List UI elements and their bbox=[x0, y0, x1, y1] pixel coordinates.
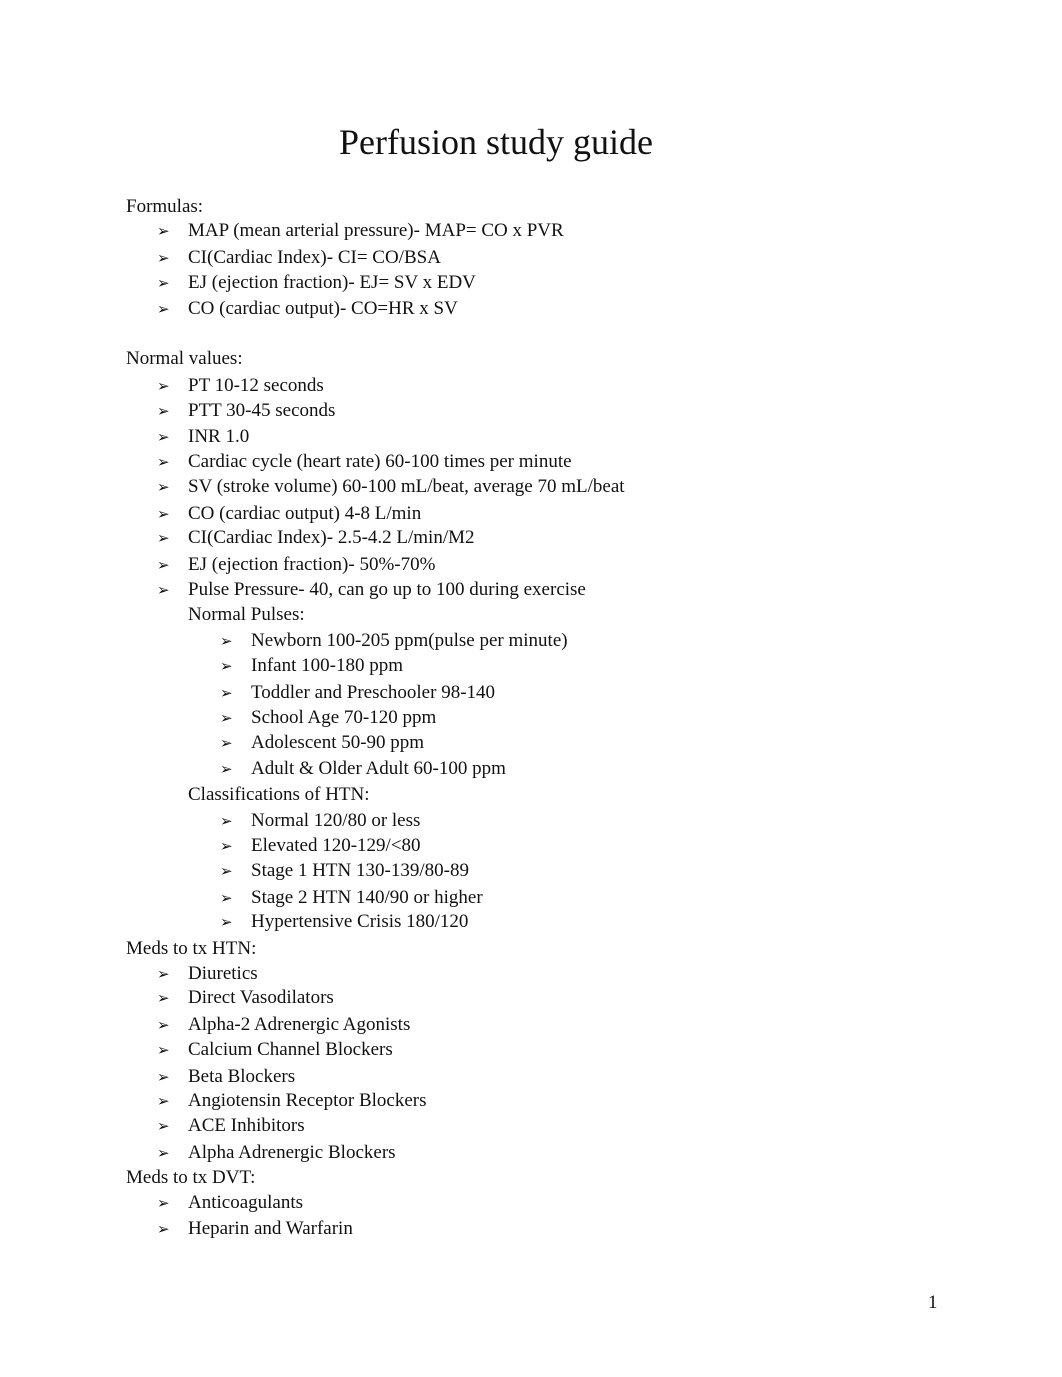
list-item: SV (stroke volume) 60-100 mL/beat, avera… bbox=[188, 476, 625, 497]
page-number: 1 bbox=[928, 1292, 938, 1313]
bullet-arrow-icon: ➢ bbox=[157, 1092, 170, 1110]
bullet-arrow-icon: ➢ bbox=[220, 657, 233, 675]
list-item: Alpha-2 Adrenergic Agonists bbox=[188, 1014, 411, 1035]
sub-list-item: Newborn 100-205 ppm(pulse per minute) bbox=[251, 630, 568, 651]
section-heading: Normal values: bbox=[126, 348, 243, 369]
section-heading: Meds to tx HTN: bbox=[126, 938, 257, 959]
list-item: Beta Blockers bbox=[188, 1066, 296, 1087]
subsection-heading: Normal Pulses: bbox=[188, 604, 305, 625]
sub-list-item: School Age 70-120 ppm bbox=[251, 707, 437, 728]
list-item: Angiotensin Receptor Blockers bbox=[188, 1090, 427, 1111]
bullet-arrow-icon: ➢ bbox=[157, 1144, 170, 1162]
bullet-arrow-icon: ➢ bbox=[157, 478, 170, 496]
list-item: EJ (ejection fraction)- 50%-70% bbox=[188, 554, 436, 575]
sub-list-item: Stage 2 HTN 140/90 or higher bbox=[251, 887, 483, 908]
bullet-arrow-icon: ➢ bbox=[157, 274, 170, 292]
list-item: Direct Vasodilators bbox=[188, 987, 334, 1008]
bullet-arrow-icon: ➢ bbox=[157, 1117, 170, 1135]
list-item: Anticoagulants bbox=[188, 1192, 304, 1213]
list-item: EJ (ejection fraction)- EJ= SV x EDV bbox=[188, 272, 476, 293]
bullet-arrow-icon: ➢ bbox=[220, 837, 233, 855]
bullet-arrow-icon: ➢ bbox=[157, 1194, 170, 1212]
bullet-arrow-icon: ➢ bbox=[157, 1041, 170, 1059]
list-item: CI(Cardiac Index)- 2.5-4.2 L/min/M2 bbox=[188, 527, 475, 548]
section-heading: Meds to tx DVT: bbox=[126, 1167, 256, 1188]
list-item: MAP (mean arterial pressure)- MAP= CO x … bbox=[188, 220, 564, 241]
sub-list-item: Elevated 120-129/<80 bbox=[251, 835, 421, 856]
sub-list-item: Stage 1 HTN 130-139/80-89 bbox=[251, 860, 469, 881]
bullet-arrow-icon: ➢ bbox=[157, 222, 170, 240]
subsection-heading: Classifications of HTN: bbox=[188, 784, 370, 805]
list-item: CI(Cardiac Index)- CI= CO/BSA bbox=[188, 247, 441, 268]
list-item: CO (cardiac output)- CO=HR x SV bbox=[188, 298, 458, 319]
bullet-arrow-icon: ➢ bbox=[157, 581, 170, 599]
list-item: Diuretics bbox=[188, 963, 258, 984]
list-item: Heparin and Warfarin bbox=[188, 1218, 353, 1239]
list-item: ACE Inhibitors bbox=[188, 1115, 305, 1136]
list-item: PTT 30-45 seconds bbox=[188, 400, 336, 421]
list-item: Pulse Pressure- 40, can go up to 100 dur… bbox=[188, 579, 586, 600]
bullet-arrow-icon: ➢ bbox=[157, 989, 170, 1007]
bullet-arrow-icon: ➢ bbox=[157, 1068, 170, 1086]
bullet-arrow-icon: ➢ bbox=[157, 402, 170, 420]
bullet-arrow-icon: ➢ bbox=[220, 862, 233, 880]
bullet-arrow-icon: ➢ bbox=[157, 556, 170, 574]
bullet-arrow-icon: ➢ bbox=[220, 812, 233, 830]
bullet-arrow-icon: ➢ bbox=[220, 684, 233, 702]
sub-list-item: Infant 100-180 ppm bbox=[251, 655, 403, 676]
bullet-arrow-icon: ➢ bbox=[220, 734, 233, 752]
bullet-arrow-icon: ➢ bbox=[157, 249, 170, 267]
bullet-arrow-icon: ➢ bbox=[220, 760, 233, 778]
list-item: Alpha Adrenergic Blockers bbox=[188, 1142, 396, 1163]
bullet-arrow-icon: ➢ bbox=[220, 889, 233, 907]
list-item: CO (cardiac output) 4-8 L/min bbox=[188, 503, 422, 524]
list-item: INR 1.0 bbox=[188, 426, 250, 447]
sub-list-item: Adolescent 50-90 ppm bbox=[251, 732, 425, 753]
bullet-arrow-icon: ➢ bbox=[157, 428, 170, 446]
sub-list-item: Toddler and Preschooler 98-140 bbox=[251, 682, 496, 703]
bullet-arrow-icon: ➢ bbox=[220, 709, 233, 727]
sub-list-item: Adult & Older Adult 60-100 ppm bbox=[251, 758, 506, 779]
bullet-arrow-icon: ➢ bbox=[220, 913, 233, 931]
sub-list-item: Hypertensive Crisis 180/120 bbox=[251, 911, 469, 932]
sub-list-item: Normal 120/80 or less bbox=[251, 810, 421, 831]
list-item: Calcium Channel Blockers bbox=[188, 1039, 393, 1060]
bullet-arrow-icon: ➢ bbox=[157, 1220, 170, 1238]
list-item: Cardiac cycle (heart rate) 60-100 times … bbox=[188, 451, 572, 472]
section-heading: Formulas: bbox=[126, 196, 204, 217]
bullet-arrow-icon: ➢ bbox=[157, 300, 170, 318]
bullet-arrow-icon: ➢ bbox=[157, 529, 170, 547]
bullet-arrow-icon: ➢ bbox=[157, 965, 170, 983]
list-item: PT 10-12 seconds bbox=[188, 375, 324, 396]
bullet-arrow-icon: ➢ bbox=[157, 505, 170, 523]
bullet-arrow-icon: ➢ bbox=[220, 632, 233, 650]
bullet-arrow-icon: ➢ bbox=[157, 453, 170, 471]
bullet-arrow-icon: ➢ bbox=[157, 377, 170, 395]
page-title: Perfusion study guide bbox=[339, 122, 653, 162]
bullet-arrow-icon: ➢ bbox=[157, 1016, 170, 1034]
